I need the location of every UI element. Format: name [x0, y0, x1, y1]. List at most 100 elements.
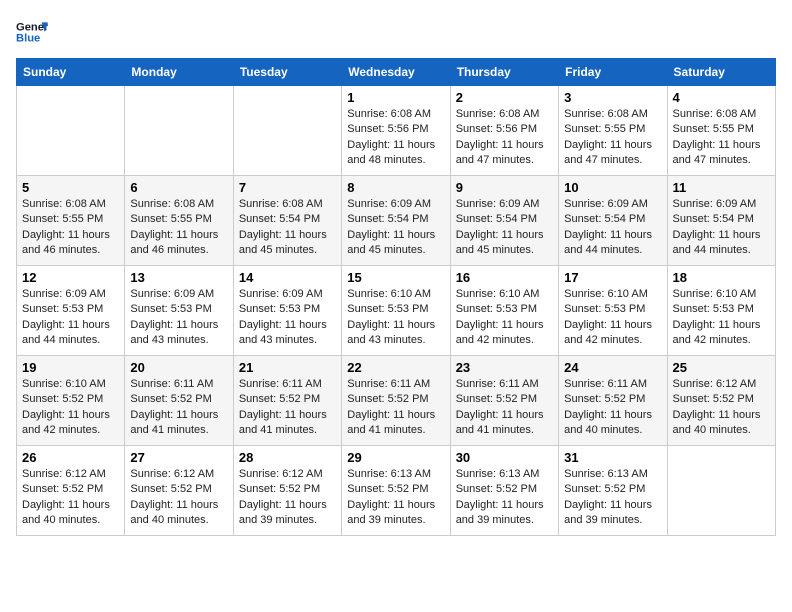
- calendar-cell: 1Sunrise: 6:08 AM Sunset: 5:56 PM Daylig…: [342, 86, 450, 176]
- calendar-week-4: 19Sunrise: 6:10 AM Sunset: 5:52 PM Dayli…: [17, 356, 776, 446]
- day-number: 13: [130, 270, 227, 285]
- calendar-week-1: 1 Sunrise: 6:08 AM Sunset: 5:56 PM Daylig…: [17, 86, 776, 176]
- day-info: Sunrise: 6:08 AM Sunset: 5:55 PM Dayligh…: [564, 107, 661, 169]
- calendar-cell: 14Sunrise: 6:09 AM Sunset: 5:53 PM Dayli…: [233, 266, 341, 356]
- day-number: 12: [22, 270, 119, 285]
- day-info: Sunrise: 6:10 AM Sunset: 5:53 PM Dayligh…: [564, 287, 661, 349]
- calendar-cell: 30 Sunrise: 6:13 AM Sunset: 5:52 PM Dayli…: [450, 446, 558, 536]
- day-number: 4: [673, 90, 770, 105]
- day-number: 17: [564, 270, 661, 285]
- day-header-saturday: Saturday: [667, 59, 775, 86]
- day-number: 31: [564, 450, 661, 465]
- calendar-cell: 21Sunrise: 6:11 AM Sunset: 5:52 PM Dayli…: [233, 356, 341, 446]
- calendar-cell: 16Sunrise: 6:10 AM Sunset: 5:53 PM Dayli…: [450, 266, 558, 356]
- calendar-table: SundayMondayTuesdayWednesdayThursdayFrid…: [16, 58, 776, 536]
- logo: General Blue: [16, 16, 48, 48]
- calendar-cell: 15 Sunrise: 6:10 AM Sunset: 5:53 PM Dayli…: [342, 266, 450, 356]
- day-number: 30: [456, 450, 553, 465]
- calendar-cell: 11Sunrise: 6:09 AM Sunset: 5:54 PM Dayli…: [667, 176, 775, 266]
- calendar-cell: 22Sunrise: 6:11 AM Sunset: 5:52 PM Dayli…: [342, 356, 450, 446]
- calendar-cell: [125, 86, 233, 176]
- calendar-cell: 29 Sunrise: 6:13 AM Sunset: 5:52 PM Dayli…: [342, 446, 450, 536]
- day-number: 23: [456, 360, 553, 375]
- day-header-thursday: Thursday: [450, 59, 558, 86]
- calendar-cell: 23 Sunrise: 6:11 AM Sunset: 5:52 PM Dayli…: [450, 356, 558, 446]
- calendar-header-row: SundayMondayTuesdayWednesdayThursdayFrid…: [17, 59, 776, 86]
- day-info: Sunrise: 6:11 AM Sunset: 5:52 PM Dayligh…: [456, 377, 553, 439]
- day-number: 3: [564, 90, 661, 105]
- day-info: Sunrise: 6:10 AM Sunset: 5:53 PM Dayligh…: [347, 287, 444, 349]
- calendar-cell: 3 Sunrise: 6:08 AM Sunset: 5:55 PM Daylig…: [559, 86, 667, 176]
- day-info: Sunrise: 6:11 AM Sunset: 5:52 PM Dayligh…: [564, 377, 661, 439]
- day-info: Sunrise: 6:12 AM Sunset: 5:52 PM Dayligh…: [130, 467, 227, 529]
- day-header-sunday: Sunday: [17, 59, 125, 86]
- day-info: Sunrise: 6:08 AM Sunset: 5:55 PM Dayligh…: [22, 197, 119, 259]
- day-number: 18: [673, 270, 770, 285]
- calendar-week-2: 5 Sunrise: 6:08 AM Sunset: 5:55 PM Daylig…: [17, 176, 776, 266]
- day-info: Sunrise: 6:08 AM Sunset: 5:55 PM Dayligh…: [673, 107, 770, 169]
- day-info: Sunrise: 6:08 AM Sunset: 5:55 PM Dayligh…: [130, 197, 227, 259]
- day-number: 10: [564, 180, 661, 195]
- day-info: Sunrise: 6:10 AM Sunset: 5:52 PM Dayligh…: [22, 377, 119, 439]
- calendar-cell: 2 Sunrise: 6:08 AM Sunset: 5:56 PM Daylig…: [450, 86, 558, 176]
- day-info: Sunrise: 6:13 AM Sunset: 5:52 PM Dayligh…: [347, 467, 444, 529]
- page-header: General Blue: [16, 16, 776, 48]
- calendar-cell: 20 Sunrise: 6:11 AM Sunset: 5:52 PM Dayli…: [125, 356, 233, 446]
- day-info: Sunrise: 6:09 AM Sunset: 5:54 PM Dayligh…: [347, 197, 444, 259]
- calendar-cell: 17 Sunrise: 6:10 AM Sunset: 5:53 PM Dayli…: [559, 266, 667, 356]
- day-info: Sunrise: 6:11 AM Sunset: 5:52 PM Dayligh…: [347, 377, 444, 439]
- calendar-cell: 9Sunrise: 6:09 AM Sunset: 5:54 PM Daylig…: [450, 176, 558, 266]
- day-info: Sunrise: 6:11 AM Sunset: 5:52 PM Dayligh…: [239, 377, 336, 439]
- day-info: Sunrise: 6:08 AM Sunset: 5:56 PM Dayligh…: [456, 107, 553, 169]
- calendar-cell: 31 Sunrise: 6:13 AM Sunset: 5:52 PM Dayli…: [559, 446, 667, 536]
- calendar-cell: 8 Sunrise: 6:09 AM Sunset: 5:54 PM Daylig…: [342, 176, 450, 266]
- day-number: 26: [22, 450, 119, 465]
- day-info: Sunrise: 6:13 AM Sunset: 5:52 PM Dayligh…: [456, 467, 553, 529]
- day-info: Sunrise: 6:13 AM Sunset: 5:52 PM Dayligh…: [564, 467, 661, 529]
- day-header-friday: Friday: [559, 59, 667, 86]
- day-info: Sunrise: 6:09 AM Sunset: 5:53 PM Dayligh…: [239, 287, 336, 349]
- day-number: 6: [130, 180, 227, 195]
- day-header-monday: Monday: [125, 59, 233, 86]
- day-number: 16: [456, 270, 553, 285]
- day-info: Sunrise: 6:12 AM Sunset: 5:52 PM Dayligh…: [239, 467, 336, 529]
- svg-text:Blue: Blue: [16, 33, 40, 45]
- calendar-cell: 5 Sunrise: 6:08 AM Sunset: 5:55 PM Daylig…: [17, 176, 125, 266]
- calendar-cell: 12 Sunrise: 6:09 AM Sunset: 5:53 PM Dayli…: [17, 266, 125, 356]
- day-number: 5: [22, 180, 119, 195]
- calendar-cell: 28 Sunrise: 6:12 AM Sunset: 5:52 PM Dayli…: [233, 446, 341, 536]
- calendar-cell: 26 Sunrise: 6:12 AM Sunset: 5:52 PM Dayli…: [17, 446, 125, 536]
- day-info: Sunrise: 6:10 AM Sunset: 5:53 PM Dayligh…: [673, 287, 770, 349]
- day-number: 25: [673, 360, 770, 375]
- day-number: 11: [673, 180, 770, 195]
- day-info: Sunrise: 6:09 AM Sunset: 5:53 PM Dayligh…: [22, 287, 119, 349]
- calendar-week-5: 26 Sunrise: 6:12 AM Sunset: 5:52 PM Dayli…: [17, 446, 776, 536]
- day-number: 28: [239, 450, 336, 465]
- day-header-tuesday: Tuesday: [233, 59, 341, 86]
- day-info: Sunrise: 6:09 AM Sunset: 5:54 PM Dayligh…: [564, 197, 661, 259]
- day-number: 1: [347, 90, 444, 105]
- day-info: Sunrise: 6:12 AM Sunset: 5:52 PM Dayligh…: [22, 467, 119, 529]
- calendar-cell: 27Sunrise: 6:12 AM Sunset: 5:52 PM Dayli…: [125, 446, 233, 536]
- day-header-wednesday: Wednesday: [342, 59, 450, 86]
- day-info: Sunrise: 6:11 AM Sunset: 5:52 PM Dayligh…: [130, 377, 227, 439]
- day-number: 24: [564, 360, 661, 375]
- day-number: 7: [239, 180, 336, 195]
- calendar-cell: 7 Sunrise: 6:08 AM Sunset: 5:54 PM Daylig…: [233, 176, 341, 266]
- day-number: 29: [347, 450, 444, 465]
- calendar-cell: 13 Sunrise: 6:09 AM Sunset: 5:53 PM Dayli…: [125, 266, 233, 356]
- calendar-cell: [17, 86, 125, 176]
- calendar-cell: 24 Sunrise: 6:11 AM Sunset: 5:52 PM Dayli…: [559, 356, 667, 446]
- calendar-cell: 10 Sunrise: 6:09 AM Sunset: 5:54 PM Dayli…: [559, 176, 667, 266]
- calendar-cell: 18 Sunrise: 6:10 AM Sunset: 5:53 PM Dayli…: [667, 266, 775, 356]
- day-info: Sunrise: 6:12 AM Sunset: 5:52 PM Dayligh…: [673, 377, 770, 439]
- day-number: 2: [456, 90, 553, 105]
- day-number: 8: [347, 180, 444, 195]
- calendar-cell: [233, 86, 341, 176]
- day-info: Sunrise: 6:09 AM Sunset: 5:53 PM Dayligh…: [130, 287, 227, 349]
- calendar-cell: 4 Sunrise: 6:08 AM Sunset: 5:55 PM Daylig…: [667, 86, 775, 176]
- day-number: 20: [130, 360, 227, 375]
- day-number: 15: [347, 270, 444, 285]
- day-info: Sunrise: 6:08 AM Sunset: 5:54 PM Dayligh…: [239, 197, 336, 259]
- calendar-cell: 6 Sunrise: 6:08 AM Sunset: 5:55 PM Daylig…: [125, 176, 233, 266]
